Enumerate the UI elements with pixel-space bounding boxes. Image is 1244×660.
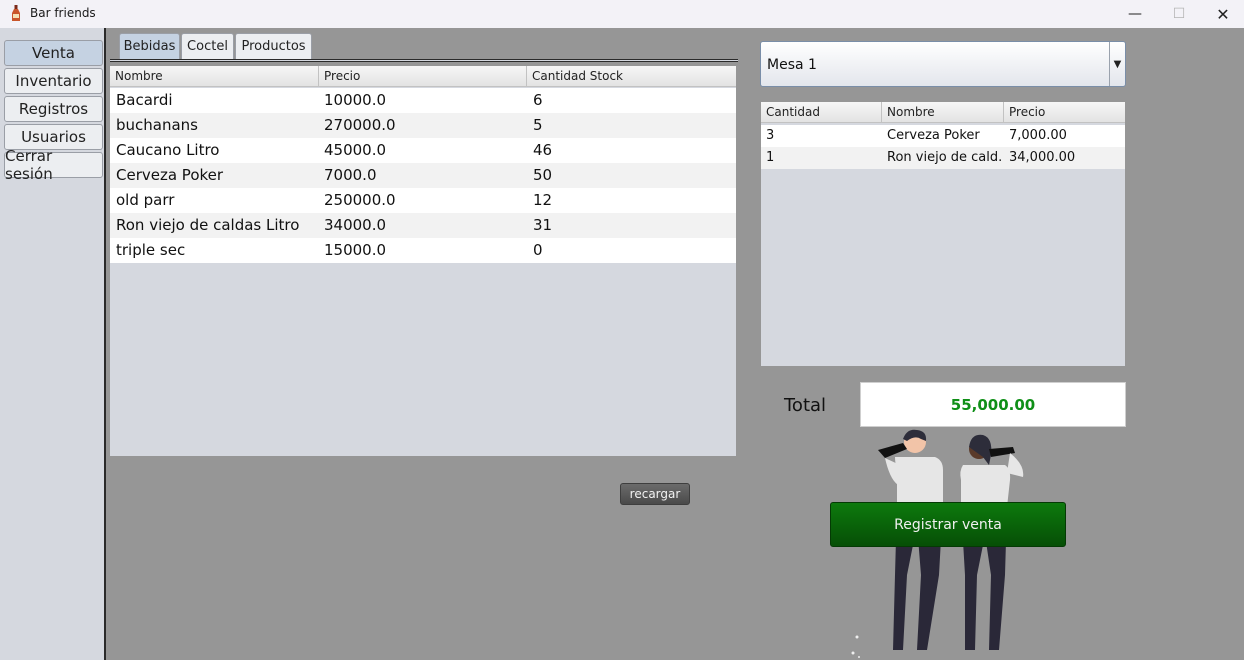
table-row[interactable]: buchanans 270000.0 5 — [110, 113, 736, 138]
order-table-header: Cantidad Nombre Precio — [761, 102, 1125, 123]
cell-nombre: Ron viejo de cald... — [887, 150, 1003, 165]
table-row[interactable]: Ron viejo de caldas Litro 34000.0 31 — [110, 213, 736, 238]
cell-nombre: Cerveza Poker — [116, 166, 224, 184]
cell-stock: 0 — [533, 241, 543, 259]
column-header-precio[interactable]: Precio — [1004, 102, 1125, 123]
cell-nombre: Ron viejo de caldas Litro — [116, 216, 300, 234]
column-header-nombre[interactable]: Nombre — [110, 66, 319, 87]
mesa-select[interactable]: Mesa 1 ▼ — [760, 41, 1126, 87]
cell-nombre: Cerveza Poker — [887, 128, 980, 143]
cell-nombre: Caucano Litro — [116, 141, 220, 159]
cell-precio: 10000.0 — [324, 91, 387, 109]
cell-stock: 50 — [533, 166, 553, 184]
cell-precio: 250000.0 — [324, 191, 396, 209]
table-row[interactable]: Bacardi 10000.0 6 — [110, 88, 736, 113]
cell-nombre: Bacardi — [116, 91, 173, 109]
nav-venta-button[interactable]: Venta — [4, 40, 103, 66]
nav-cerrar-sesion-button[interactable]: Cerrar sesión — [4, 147, 103, 183]
dropdown-arrow-icon[interactable]: ▼ — [1109, 42, 1125, 86]
total-label: Total — [784, 395, 827, 416]
reload-button[interactable]: recargar — [620, 483, 690, 505]
cell-stock: 12 — [533, 191, 553, 209]
register-sale-button[interactable]: Registrar venta — [830, 502, 1066, 547]
cell-precio: 34,000.00 — [1009, 150, 1076, 165]
products-table[interactable]: Nombre Precio Cantidad Stock Bacardi 100… — [110, 66, 736, 456]
table-row[interactable]: triple sec 15000.0 0 — [110, 238, 736, 263]
cell-stock: 31 — [533, 216, 553, 234]
cell-precio: 45000.0 — [324, 141, 387, 159]
cell-precio: 7000.0 — [324, 166, 377, 184]
bottle-icon — [12, 5, 20, 21]
tab-bebidas[interactable]: Bebidas — [119, 33, 180, 59]
table-row[interactable]: Caucano Litro 45000.0 46 — [110, 138, 736, 163]
nav-registros-button[interactable]: Registros — [4, 96, 103, 122]
cell-precio: 34000.0 — [324, 216, 387, 234]
sidebar: Venta Inventario Registros Usuarios Cerr… — [0, 28, 106, 660]
cell-nombre: buchanans — [116, 116, 198, 134]
order-row[interactable]: 1 Ron viejo de cald... 34,000.00 — [761, 147, 1125, 169]
column-header-nombre[interactable]: Nombre — [882, 102, 1004, 123]
total-value: 55,000.00 — [860, 382, 1126, 427]
cell-cantidad: 3 — [766, 128, 775, 143]
tab-productos[interactable]: Productos — [235, 33, 312, 59]
cell-stock: 46 — [533, 141, 553, 159]
close-button[interactable]: ✕ — [1200, 0, 1244, 28]
table-row[interactable]: Cerveza Poker 7000.0 50 — [110, 163, 736, 188]
table-header: Nombre Precio Cantidad Stock — [110, 66, 736, 87]
cell-nombre: old parr — [116, 191, 175, 209]
cell-precio: 7,000.00 — [1009, 128, 1067, 143]
cell-nombre: triple sec — [116, 241, 186, 259]
order-table[interactable]: Cantidad Nombre Precio 3 Cerveza Poker 7… — [761, 102, 1125, 366]
window-title: Bar friends — [30, 6, 96, 20]
order-row[interactable]: 3 Cerveza Poker 7,000.00 — [761, 125, 1125, 147]
column-header-precio[interactable]: Precio — [319, 66, 527, 87]
column-header-cantidad[interactable]: Cantidad — [761, 102, 882, 123]
column-header-cantidad-stock[interactable]: Cantidad Stock — [527, 66, 736, 87]
table-row[interactable]: old parr 250000.0 12 — [110, 188, 736, 213]
tab-divider — [110, 59, 738, 62]
cell-cantidad: 1 — [766, 150, 775, 165]
maximize-button[interactable]: ☐ — [1156, 0, 1202, 28]
title-bar: Bar friends — ☐ ✕ — [0, 0, 1244, 28]
cell-stock: 6 — [533, 91, 543, 109]
cell-stock: 5 — [533, 116, 543, 134]
cell-precio: 15000.0 — [324, 241, 387, 259]
nav-inventario-button[interactable]: Inventario — [4, 68, 103, 94]
mesa-selected-value: Mesa 1 — [767, 57, 817, 73]
tab-coctel[interactable]: Coctel — [181, 33, 234, 59]
minimize-button[interactable]: — — [1112, 0, 1158, 28]
cell-precio: 270000.0 — [324, 116, 396, 134]
